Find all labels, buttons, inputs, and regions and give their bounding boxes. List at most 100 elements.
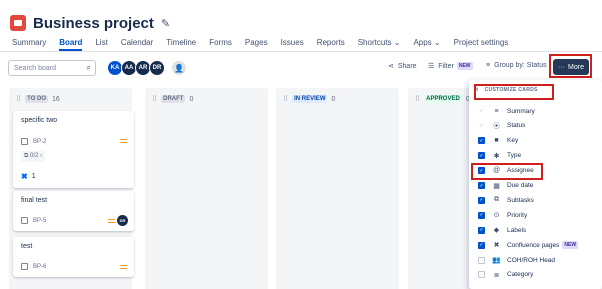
type-icon: ✱ [493, 152, 500, 160]
customize-option-confluence-pages[interactable]: ✓ ✖ Confluence pages NEW [478, 239, 579, 251]
search-icon: ⌕ [86, 63, 91, 72]
filter-icon: ☰ [428, 63, 435, 70]
drag-handle-icon[interactable]: ⠿ [415, 95, 420, 103]
checkbox[interactable] [478, 256, 485, 264]
due-date-icon: ▦ [493, 182, 500, 190]
checkbox[interactable]: ✓ [478, 241, 485, 249]
assignee-avatar[interactable]: DR [117, 215, 128, 226]
customize-option-summary[interactable]: ✓ ≡ Summary [478, 105, 535, 117]
option-label: Labels [507, 226, 527, 234]
card-key: BP-2 [21, 138, 46, 145]
checkbox[interactable] [478, 271, 485, 279]
option-label: Subtasks [507, 196, 534, 204]
checkbox[interactable]: ✓ [478, 196, 485, 204]
issue-card[interactable]: test BP-6 [13, 237, 134, 277]
card-key-label: BP-5 [33, 217, 47, 224]
customize-option-subtasks[interactable]: ✓ ⧉ Subtasks [478, 194, 534, 206]
highlight-assignee [471, 163, 543, 180]
share-button[interactable]: ⋖ Share [388, 62, 417, 71]
priority-icon: ⊙ [493, 212, 500, 220]
confluence-count: 1 [31, 173, 36, 180]
nav-divider [0, 51, 602, 52]
option-label: Priority [507, 211, 528, 219]
issue-card[interactable]: specific two BP-2 ⧉ 0/2 › ✖ 1 [13, 111, 134, 188]
checkbox: ✓ [479, 122, 484, 129]
key-icon: ■ [494, 137, 499, 145]
avatar-group: KA AA AR DR 👤 [107, 60, 187, 76]
card-title: specific two [21, 117, 58, 124]
drag-handle-icon[interactable]: ⠿ [283, 95, 288, 103]
task-type-icon [21, 138, 28, 145]
filter-button[interactable]: ☰ Filter NEW [428, 62, 473, 70]
pin-icon[interactable]: ✎ [161, 17, 170, 30]
subtasks-icon: ⧉ [494, 196, 499, 204]
nav-item-reports[interactable]: Reports [317, 38, 345, 47]
card-title: test [21, 243, 33, 250]
confluence-pages[interactable]: ✖ 1 [21, 172, 36, 181]
search-input[interactable]: Search board ⌕ [8, 60, 96, 76]
labels-icon: ◆ [493, 227, 500, 235]
nav-item-shortcuts[interactable]: Shortcuts ⌄ [358, 38, 401, 47]
nav-item-list[interactable]: List [95, 38, 107, 47]
highlight-customize-header [474, 84, 554, 100]
coh-roh-head-icon: 👥 [492, 257, 501, 264]
filter-new-badge: NEW [456, 62, 473, 70]
customize-option-type[interactable]: ✓ ✱ Type [478, 150, 521, 162]
search-placeholder: Search board [14, 64, 57, 72]
customize-option-priority[interactable]: ✓ ⊙ Priority [478, 209, 527, 221]
nav-item-calendar[interactable]: Calendar [121, 38, 153, 47]
share-label: Share [397, 62, 417, 70]
nav-item-timeline[interactable]: Timeline [166, 38, 196, 47]
subtasks-chip[interactable]: ⧉ 0/2 › [21, 151, 45, 162]
task-type-icon [21, 217, 28, 224]
page-title: Business project [33, 14, 154, 32]
issue-card[interactable]: final test BP-5 DR [13, 191, 134, 231]
nav-item-apps[interactable]: Apps ⌄ [413, 38, 440, 47]
customize-option-status[interactable]: ✓ ⦿ Status [478, 120, 525, 132]
customize-option-key[interactable]: ✓ ■ Key [478, 135, 518, 147]
column-label: TO DO [25, 95, 49, 103]
priority-medium-icon [108, 219, 115, 223]
checkbox[interactable]: ✓ [478, 211, 485, 219]
filter-label: Filter [438, 62, 454, 70]
card-title: final test [21, 197, 48, 204]
checkbox[interactable]: ✓ [478, 182, 485, 189]
group-icon: ≡ [486, 62, 491, 69]
checkbox[interactable]: ✓ [478, 152, 485, 160]
option-label: Confluence pages [507, 241, 560, 249]
card-key: BP-6 [21, 263, 46, 270]
customize-option-labels[interactable]: ✓ ◆ Labels [478, 224, 526, 236]
group-by-button[interactable]: ≡ Group by: Status [486, 62, 547, 69]
priority-medium-icon [120, 139, 127, 143]
option-label: Summary [507, 107, 535, 115]
checkbox: ✓ [479, 108, 484, 114]
drag-handle-icon[interactable]: ⠿ [16, 95, 21, 103]
customize-option-due-date[interactable]: ✓ ▦ Due date [478, 180, 533, 192]
project-header: Business project ✎ [10, 12, 170, 34]
nav-item-project-settings[interactable]: Project settings [454, 38, 509, 47]
column-in-review: ⠿ IN REVIEW 0 [276, 88, 399, 289]
column-count: 0 [189, 95, 194, 103]
add-people-icon[interactable]: 👤 [171, 60, 187, 76]
column-draft: ⠿ DRAFT 0 [145, 88, 268, 289]
project-nav: Summary Board List Calendar Timeline Forms Pag… [12, 38, 521, 51]
option-label: Status [507, 122, 526, 130]
nav-item-pages[interactable]: Pages [245, 38, 268, 47]
avatar[interactable]: DR [149, 60, 165, 76]
checkbox[interactable]: ✓ [478, 226, 485, 234]
option-label: Type [507, 152, 522, 160]
customize-option-coh-roh-head[interactable]: 👥 COH/ROH Head [478, 254, 555, 266]
share-icon: ⋖ [388, 63, 394, 70]
drag-handle-icon[interactable]: ⠿ [152, 95, 157, 103]
nav-item-forms[interactable]: Forms [209, 38, 232, 47]
nav-item-board[interactable]: Board [59, 38, 83, 51]
option-label: Due date [507, 182, 534, 189]
summary-icon: ≡ [494, 107, 499, 115]
checkbox[interactable]: ✓ [478, 137, 485, 145]
column-label: APPROVED [424, 95, 462, 103]
nav-item-summary[interactable]: Summary [12, 38, 46, 47]
priority-medium-icon [120, 265, 127, 269]
customize-option-category[interactable]: ≣ Category [478, 269, 533, 281]
highlight-more [549, 54, 592, 78]
nav-item-issues[interactable]: Issues [281, 38, 304, 47]
